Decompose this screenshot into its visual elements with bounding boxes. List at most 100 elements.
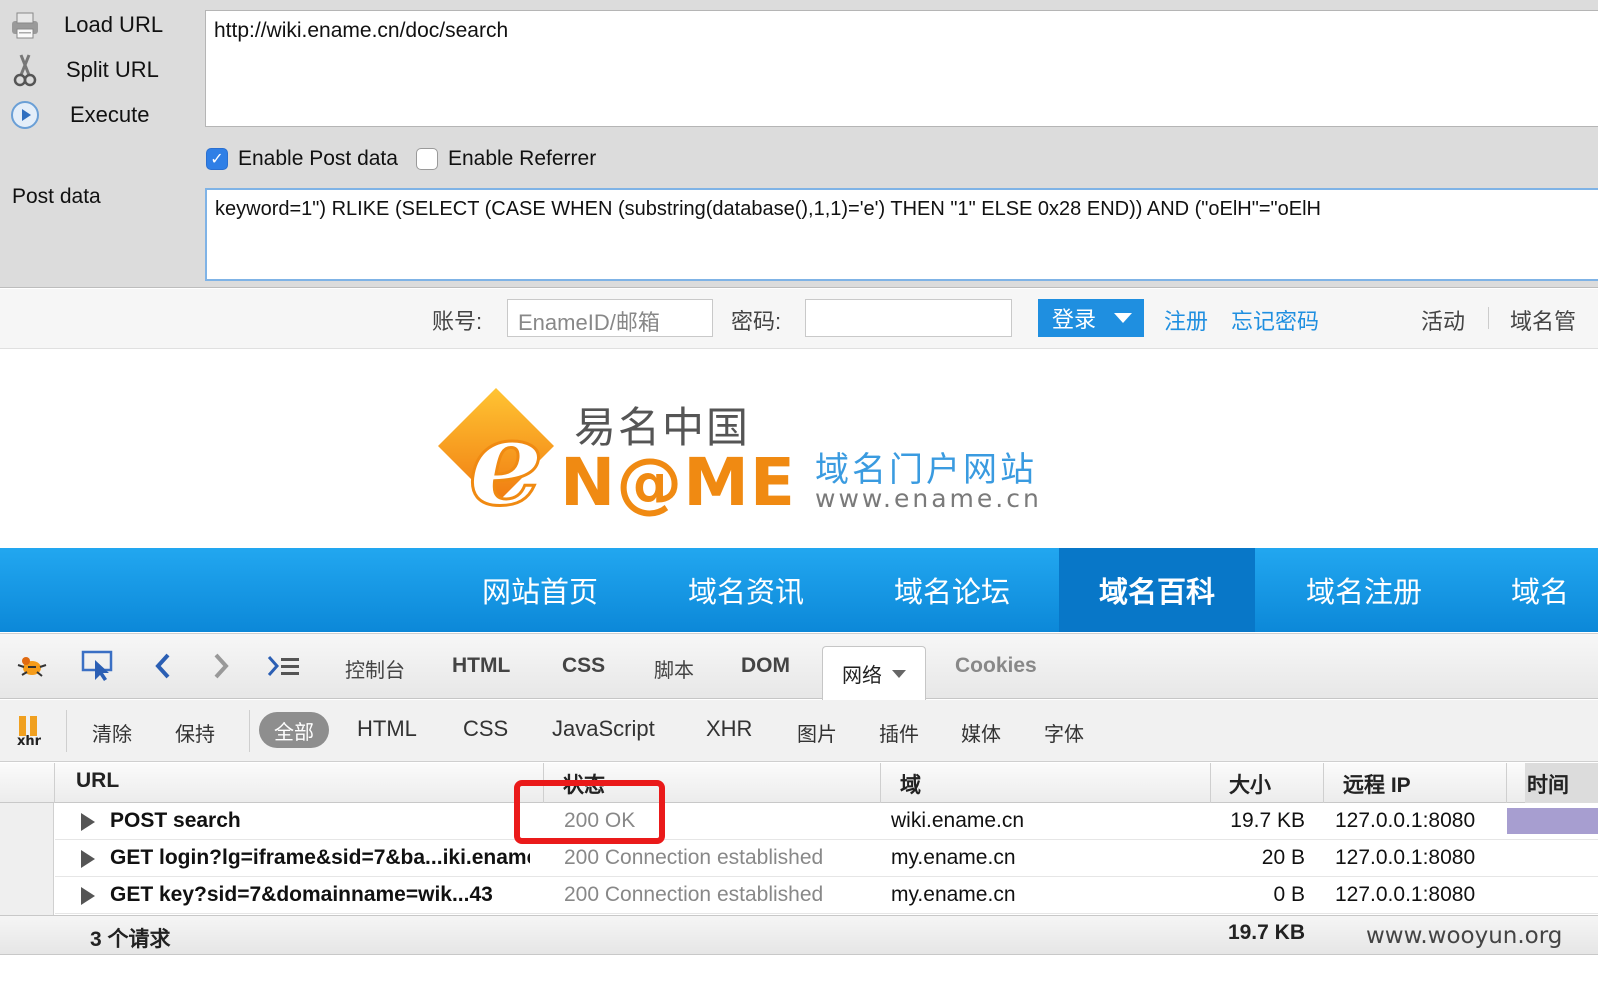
execute-button[interactable]: Execute [0,94,150,136]
column-remote-ip[interactable]: 远程 IP [1343,769,1411,799]
load-url-label: Load URL [64,12,164,37]
execute-label: Execute [70,102,150,127]
filter-html[interactable]: HTML [357,716,417,742]
request-url: GET key?sid=7&domainname=wik...43 [110,883,493,906]
site-logo-area: e 易名中国 N@ME 域名门户网站 www.ename.cn [0,350,1598,548]
clear-button[interactable]: 清除 [92,718,132,747]
account-input[interactable]: EnameID/邮箱 [507,299,713,337]
scissors-icon [8,53,42,87]
tab-dom[interactable]: DOM [741,654,790,678]
xhr-icon-text: xhr [17,734,42,747]
tab-script[interactable]: 脚本 [654,654,694,683]
persist-button[interactable]: 保持 [175,718,215,747]
request-size: 20 B [1261,846,1305,869]
forgot-password-link[interactable]: 忘记密码 [1231,304,1319,336]
expand-triangle-icon[interactable] [81,850,95,868]
login-label: 登录 [1052,307,1097,332]
request-status: 200 Connection established [564,883,824,906]
divider [66,710,67,752]
request-ip: 127.0.0.1:8080 [1335,846,1476,869]
login-button[interactable]: 登录 [1038,299,1144,337]
column-divider [1210,763,1211,803]
page-bottom [0,956,1598,982]
network-table-header: URL 状态 域 大小 远程 IP 时间 [0,763,1598,803]
back-chevron-icon[interactable] [145,648,181,684]
nav-item-register[interactable]: 域名注册 [1261,548,1467,632]
load-url-button[interactable]: Load URL [0,4,163,46]
inspect-element-icon[interactable] [80,648,116,684]
nav-item-home[interactable]: 网站首页 [437,548,643,632]
request-domain: wiki.ename.cn [891,809,1025,832]
request-ip: 127.0.0.1:8080 [1335,883,1476,906]
logo-brand-text: N@ME [560,444,796,521]
tab-console[interactable]: 控制台 [345,654,405,683]
filter-javascript[interactable]: JavaScript [552,716,655,742]
enable-post-checkbox[interactable]: ✓ [206,148,228,170]
request-status: 200 Connection established [564,846,824,869]
enable-referrer-checkbox[interactable] [415,148,438,170]
tab-html[interactable]: HTML [452,654,510,678]
chevron-down-icon [892,669,906,678]
filter-fonts[interactable]: 字体 [1044,718,1084,747]
play-icon [8,98,42,132]
enable-post-label: Enable Post data [238,147,398,170]
chevron-down-icon [1114,313,1133,323]
row-gutter [0,803,54,915]
request-count: 3 个请求 [90,928,171,951]
url-input[interactable]: http://wiki.ename.cn/doc/search [205,10,1598,127]
divider [1488,307,1489,329]
forward-chevron-icon[interactable] [203,648,239,684]
nav-item-more[interactable]: 域名 [1467,548,1598,632]
nav-item-forum[interactable]: 域名论坛 [849,548,1055,632]
printer-icon [8,8,42,42]
post-data-label: Post data [12,185,101,208]
column-divider [54,763,55,803]
filter-media[interactable]: 媒体 [961,718,1001,747]
tab-network-label: 网络 [842,665,882,687]
column-url[interactable]: URL [76,769,119,793]
total-size: 19.7 KB [1227,921,1305,944]
xhr-pause-icon[interactable]: xhr [12,712,48,748]
network-filter-bar: xhr 清除 保持 全部 HTML CSS JavaScript XHR 图片 … [0,700,1598,762]
network-summary-bar: 3 个请求 19.7 KB [0,915,1598,955]
logo-e-letter: e [468,393,543,516]
nav-item-news[interactable]: 域名资讯 [643,548,849,632]
request-url: GET login?lg=iframe&sid=7&ba...iki.ename… [110,846,530,869]
filter-css[interactable]: CSS [463,716,508,742]
table-row[interactable]: GET login?lg=iframe&sid=7&ba...iki.ename… [55,840,1598,877]
table-row[interactable]: POST search 200 OK wiki.ename.cn 19.7 KB… [55,803,1598,840]
nav-item-wiki[interactable]: 域名百科 [1059,548,1255,632]
request-size: 0 B [1273,883,1305,906]
activity-link[interactable]: 活动 [1421,304,1465,336]
request-ip: 127.0.0.1:8080 [1335,809,1476,832]
table-row[interactable]: GET key?sid=7&domainname=wik...43 200 Co… [55,877,1598,914]
options-row: ✓ Enable Post data Enable Referrer [206,144,614,174]
main-nav: 网站首页 域名资讯 域名论坛 域名百科 域名注册 域名 [0,548,1598,632]
firebug-icon[interactable] [14,648,50,684]
password-label: 密码: [731,309,782,334]
domain-manage-link[interactable]: 域名管 [1510,304,1576,336]
expand-triangle-icon[interactable] [81,887,95,905]
post-data-input[interactable]: keyword=1") RLIKE (SELECT (CASE WHEN (su… [205,188,1598,281]
tab-network[interactable]: 网络 [822,646,926,700]
password-input[interactable] [805,299,1012,337]
expand-triangle-icon[interactable] [81,813,95,831]
filter-all[interactable]: 全部 [259,712,329,748]
tab-cookies[interactable]: Cookies [955,654,1037,678]
filter-images[interactable]: 图片 [797,718,837,747]
column-size[interactable]: 大小 [1229,769,1271,799]
enable-referrer-label: Enable Referrer [447,147,597,170]
tab-css[interactable]: CSS [562,654,605,678]
filter-plugins[interactable]: 插件 [879,718,919,747]
filter-xhr[interactable]: XHR [706,716,752,742]
register-link[interactable]: 注册 [1164,304,1208,336]
split-url-button[interactable]: Split URL [0,49,159,91]
command-line-icon[interactable] [266,648,302,684]
logo-url: www.ename.cn [815,484,1042,513]
site-login-bar: 账号: EnameID/邮箱 密码: 登录 注册 忘记密码 活动 域名管 [0,289,1598,349]
timeline-bar [1507,808,1598,834]
request-url: POST search [110,809,241,832]
column-divider [1506,763,1507,803]
column-domain[interactable]: 域 [900,769,921,799]
column-time[interactable]: 时间 [1525,763,1598,803]
